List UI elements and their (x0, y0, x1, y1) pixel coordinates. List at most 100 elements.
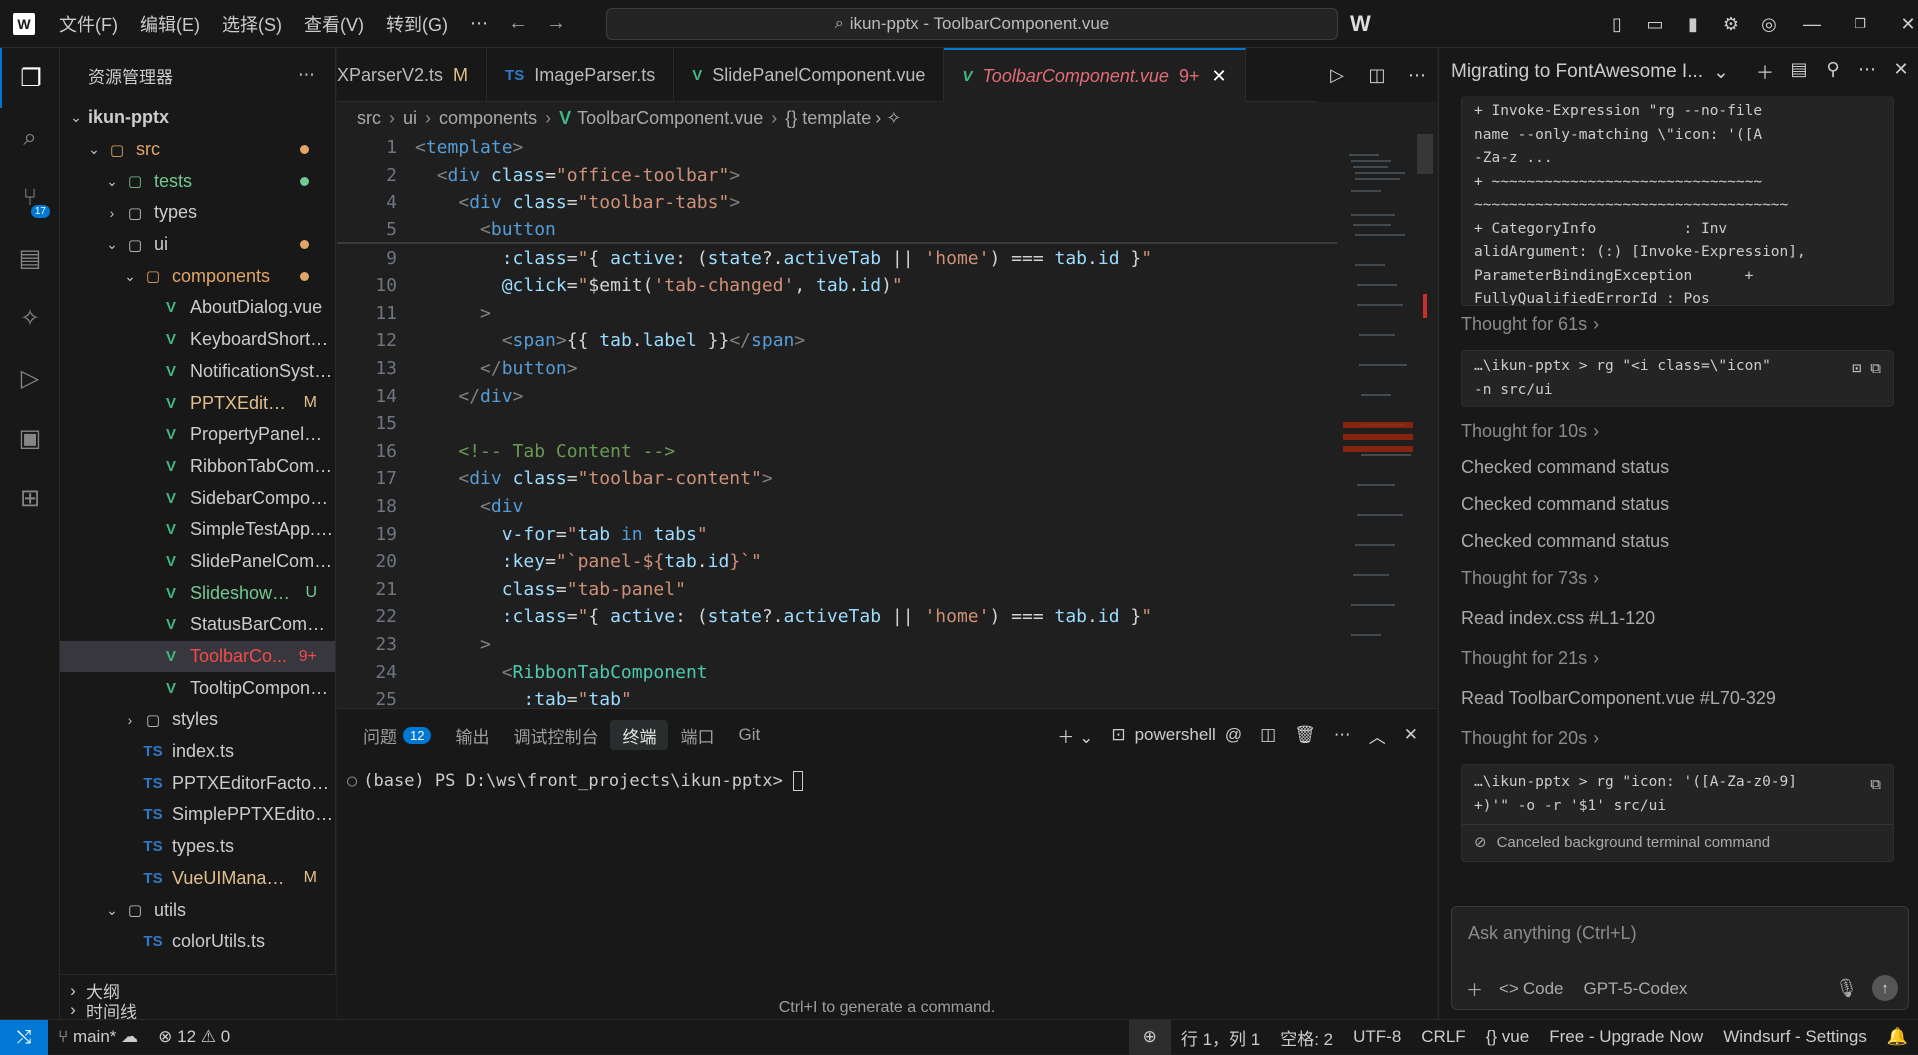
history-icon[interactable]: ▤ (1782, 59, 1816, 85)
remote-explorer-icon[interactable]: ▣ (0, 408, 60, 468)
code-editor[interactable]: 1 <template> 2 <div class="office-toolbar"… (337, 134, 1337, 708)
tree-file[interactable]: V StatusBarCompo... (60, 609, 335, 641)
close-chat-icon[interactable]: ✕ (1884, 59, 1918, 85)
forward-arrow-icon[interactable]: → (537, 12, 575, 35)
model-selector[interactable]: GPT-5-Codex (1584, 979, 1688, 999)
timeline-section[interactable]: › 时间线 (60, 1000, 336, 1022)
upgrade-link[interactable]: Free - Upgrade Now (1539, 1027, 1713, 1047)
tree-file[interactable]: TS PPTXEditorFactory.ts (60, 767, 335, 799)
tree-file[interactable]: TS VueUIManag... M (60, 863, 335, 895)
breadcrumb-item[interactable]: {} template (785, 108, 871, 129)
tree-file[interactable]: V PropertyPanelCo... (60, 419, 335, 451)
tree-folder[interactable]: ⌄ ▢ components (60, 260, 335, 292)
tree-folder[interactable]: ⌄ ikun-pptx (60, 102, 335, 134)
copy-icon[interactable]: ⧉ (1870, 773, 1881, 797)
search-view-icon[interactable]: ⌕ (0, 108, 60, 168)
remote-icon[interactable]: ⤭ (0, 1019, 48, 1055)
tree-file[interactable]: TS colorUtils.ts (60, 926, 335, 958)
editor-tab[interactable]: TS ImageParser.ts (487, 48, 675, 102)
pin-icon[interactable]: ⚲ (1816, 59, 1850, 85)
menu-item[interactable]: 文件(F) (48, 0, 129, 48)
terminal[interactable]: ○ (base) PS D:\ws\front_projects\ikun-ppt… (337, 761, 1437, 801)
panel-tab[interactable]: 输出 (443, 720, 501, 750)
read-file-line[interactable]: Read ToolbarComponent.vue #L70-329 (1461, 676, 1918, 720)
cursor-position[interactable]: 行 1，列 1 (1171, 1025, 1270, 1050)
breadcrumb-item[interactable]: components (439, 108, 537, 129)
explorer-icon[interactable]: ❐ (0, 48, 60, 108)
tree-file[interactable]: V SlideshowC... U (60, 577, 335, 609)
terminal-shell-name[interactable]: powershell (1135, 725, 1216, 745)
trash-icon[interactable]: 🗑 (1294, 725, 1316, 745)
thought-row[interactable]: Thought for 10s › (1461, 413, 1918, 449)
windsurf-w-icon[interactable]: W (1350, 0, 1371, 48)
minimap[interactable] (1337, 134, 1437, 708)
command-center-search[interactable]: ⌕ ikun-pptx - ToolbarComponent.vue (606, 8, 1338, 40)
branch-indicator[interactable]: ⑂ main* ☁ (48, 1027, 148, 1047)
source-control-icon[interactable]: ⑂ 17 (0, 168, 60, 228)
close-window-icon[interactable]: ✕ (1884, 0, 1918, 48)
menu-item[interactable]: 编辑(E) (129, 0, 211, 48)
editor-tab[interactable]: V ToolbarComponent.vue 9+ ✕ (944, 48, 1246, 102)
panel-tab[interactable]: Git (726, 720, 772, 750)
tree-folder[interactable]: › ▢ types (60, 197, 335, 229)
tree-file[interactable]: V NotificationSyste... (60, 356, 335, 388)
chat-more-icon[interactable]: ⋯ (1850, 59, 1884, 85)
minimize-icon[interactable]: — (1788, 0, 1836, 48)
tree-file[interactable]: V RibbonTabComp... (60, 451, 335, 483)
chat-title[interactable]: Migrating to FontAwesome I... (1451, 61, 1703, 83)
toggle-secondary-sidebar-icon[interactable]: ▮ (1674, 0, 1712, 48)
settings-gear-icon[interactable]: ⚙ (1712, 0, 1750, 48)
tree-file[interactable]: V SimpleTestApp.vue (60, 514, 335, 546)
problems-indicator[interactable]: ⊗ 12 ⚠ 0 (148, 1027, 240, 1047)
send-arrow-icon[interactable]: ↑ (1872, 975, 1898, 1001)
panel-tab[interactable]: 问题 12 (351, 720, 443, 750)
line-ending[interactable]: CRLF (1411, 1027, 1475, 1047)
tree-folder[interactable]: ⌄ ▢ ui (60, 229, 335, 261)
tree-file[interactable]: V SlidePanelComp... (60, 546, 335, 578)
split-editor-icon[interactable]: ◫ (1357, 65, 1397, 86)
breadcrumb-item[interactable]: ui (403, 108, 417, 129)
more-actions-icon[interactable]: ⋯ (1397, 65, 1437, 86)
toggle-panel-icon[interactable]: ▭ (1636, 0, 1674, 48)
maximize-panel-icon[interactable]: ︿ (1369, 723, 1386, 748)
run-debug-icon[interactable]: ▷ (0, 348, 60, 408)
map-icon[interactable]: ▤ (0, 228, 60, 288)
close-tab-icon[interactable]: ✕ (1211, 66, 1226, 87)
panel-more-icon[interactable]: ⋯ (1334, 725, 1351, 745)
tree-file[interactable]: V PPTXEditor... M (60, 387, 335, 419)
menu-item[interactable]: 选择(S) (211, 0, 293, 48)
indentation[interactable]: 空格: 2 (1270, 1025, 1343, 1050)
menu-item[interactable]: 查看(V) (293, 0, 375, 48)
thought-row[interactable]: Thought for 73s › (1461, 560, 1918, 596)
thought-row[interactable]: Thought for 20s › (1461, 720, 1918, 756)
split-terminal-icon[interactable]: ◫ (1260, 725, 1276, 745)
tree-folder[interactable]: ⌄ ▢ tests (60, 165, 335, 197)
panel-tab[interactable]: 调试控制台 (501, 720, 610, 750)
new-terminal-icon[interactable]: ＋ ⌄ (1057, 723, 1093, 748)
close-panel-icon[interactable]: ✕ (1404, 725, 1418, 745)
language-mode[interactable]: {} vue (1476, 1027, 1540, 1047)
code-mode-button[interactable]: Code (1523, 979, 1564, 999)
sparkle-icon[interactable]: › ✧ (875, 108, 901, 129)
editor-tab[interactable]: V SlidePanelComponent.vue (674, 48, 945, 102)
panel-tab[interactable]: 端口 (668, 720, 726, 750)
run-icon[interactable]: ▷ (1317, 65, 1357, 86)
read-file-line[interactable]: Read index.css #L1-120 (1461, 596, 1918, 640)
notifications-bell-icon[interactable]: 🔔 (1877, 1027, 1918, 1047)
tree-file[interactable]: V AboutDialog.vue (60, 292, 335, 324)
encoding[interactable]: UTF-8 (1343, 1027, 1411, 1047)
tree-folder[interactable]: ⌄ ▢ src (60, 134, 335, 166)
new-chat-icon[interactable]: ＋ (1748, 59, 1782, 85)
microphone-icon[interactable]: 🎙 (1835, 978, 1858, 999)
restore-icon[interactable]: ❐ (1836, 0, 1884, 48)
zoom-icon[interactable]: ⊕ (1128, 1019, 1171, 1055)
extensions-ai-icon[interactable]: ✧ (0, 288, 60, 348)
tree-file[interactable]: V ToolbarCo... 9+ (60, 640, 335, 673)
thought-row[interactable]: Thought for 21s › (1461, 640, 1918, 676)
explorer-more-icon[interactable]: ⋯ (298, 65, 315, 85)
menu-item[interactable]: 转到(G) (375, 0, 459, 48)
toggle-sidebar-icon[interactable]: ▯ (1598, 0, 1636, 48)
tree-file[interactable]: TS types.ts (60, 831, 335, 863)
chat-input-box[interactable]: Ask anything (Ctrl+L) ＋ <> Code GPT-5-Co… (1451, 906, 1909, 1010)
panel-tab[interactable]: 终端 (610, 720, 669, 750)
